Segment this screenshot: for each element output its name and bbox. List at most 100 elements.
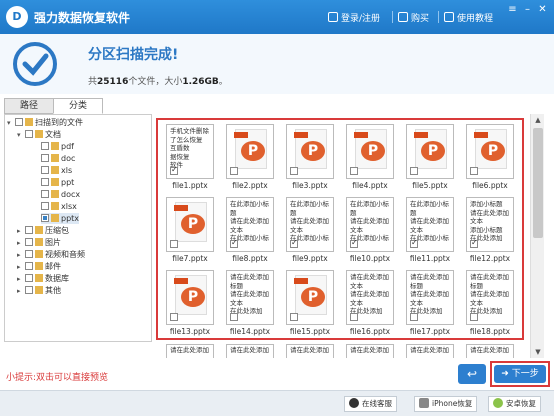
tree-node-category[interactable]: ▸ 图片: [17, 237, 61, 248]
scroll-up-icon[interactable]: ▲: [531, 114, 545, 126]
file-thumbnail[interactable]: P: [346, 124, 394, 179]
expand-icon[interactable]: ▸: [17, 286, 25, 297]
file-checkbox[interactable]: [350, 313, 358, 321]
file-item[interactable]: Pfile3.pptx: [282, 122, 338, 195]
file-thumbnail[interactable]: 请在此处添加 标题 请在此处添加 文本 在此处添加: [406, 270, 454, 325]
checkbox[interactable]: [15, 118, 23, 126]
file-thumbnail[interactable]: P: [286, 270, 334, 325]
checkbox[interactable]: [25, 226, 33, 234]
file-item[interactable]: Pfile7.pptx: [162, 195, 218, 268]
file-thumbnail-partial[interactable]: 请在此处添加: [406, 344, 454, 358]
file-thumbnail[interactable]: P: [226, 124, 274, 179]
collapse-icon[interactable]: ▾: [7, 118, 15, 129]
online-service-button[interactable]: 在线客服: [344, 396, 397, 412]
checkbox[interactable]: [25, 262, 33, 270]
tree-node-category[interactable]: ▸ 数据库: [17, 273, 69, 284]
file-thumbnail[interactable]: 在此添加小标 题 请在此处添加 文本 在此添加小标: [406, 197, 454, 252]
checkbox[interactable]: [25, 286, 33, 294]
file-item[interactable]: 请在此处添加 标题 请在此处添加 文本 在此处添加 file17.pptx: [402, 268, 458, 338]
tree-node-doc-type[interactable]: ppt: [41, 177, 74, 188]
file-checkbox[interactable]: [170, 165, 178, 175]
file-checkbox[interactable]: [230, 313, 238, 321]
android-recovery-button[interactable]: 安卓恢复: [488, 396, 541, 412]
expand-icon[interactable]: ▸: [17, 238, 25, 249]
file-checkbox[interactable]: [470, 167, 478, 175]
file-item[interactable]: 请在此处添加 标题 请在此处添加 文本 在此处添加 file14.pptx: [222, 268, 278, 338]
checkbox[interactable]: [41, 154, 49, 162]
checkbox[interactable]: [41, 166, 49, 174]
tree-node-documents[interactable]: ▾ 文档: [17, 129, 61, 140]
file-checkbox[interactable]: [410, 238, 418, 248]
tree-node-category[interactable]: ▸ 邮件: [17, 261, 61, 272]
file-item[interactable]: Pfile2.pptx: [222, 122, 278, 195]
tree-node-doc-type[interactable]: pdf: [41, 141, 74, 152]
collapse-icon[interactable]: ▾: [17, 130, 25, 141]
file-checkbox[interactable]: [170, 313, 178, 321]
file-checkbox[interactable]: [290, 167, 298, 175]
file-checkbox[interactable]: [230, 167, 238, 175]
file-checkbox[interactable]: [410, 167, 418, 175]
checkbox[interactable]: [41, 214, 49, 222]
file-item[interactable]: 请在此处添加 文本 请在此处添加 文本 在此处添加 file16.pptx: [342, 268, 398, 338]
file-item[interactable]: 手机文件删除 了怎么恢复 互盾数 据恢复 软件 file1.pptx: [162, 122, 218, 195]
file-thumbnail[interactable]: 在此添加小标 题 请在此处添加 文本 在此添加小标: [286, 197, 334, 252]
file-thumbnail[interactable]: P: [166, 270, 214, 325]
scroll-thumb[interactable]: [533, 128, 543, 238]
tree-node-category[interactable]: ▸ 视频和音频: [17, 249, 85, 260]
file-item[interactable]: Pfile6.pptx: [462, 122, 518, 195]
file-checkbox[interactable]: [350, 167, 358, 175]
file-thumbnail-partial[interactable]: 请在此处添加: [166, 344, 214, 358]
buy-button[interactable]: 购买: [398, 11, 429, 24]
file-thumbnail[interactable]: 请在此处添加 标题 请在此处添加 文本 在此处添加: [466, 270, 514, 325]
file-thumbnail[interactable]: 在此添加小标 题 请在此处添加 文本 在此添加小标: [346, 197, 394, 252]
file-item[interactable]: 在此添加小标 题 请在此处添加 文本 在此添加小标 file11.pptx: [402, 195, 458, 268]
checkbox[interactable]: [41, 178, 49, 186]
tree-node-doc-type[interactable]: docx: [41, 189, 80, 200]
file-checkbox[interactable]: [290, 313, 298, 321]
file-thumbnail-partial[interactable]: 请在此处添加: [346, 344, 394, 358]
checkbox[interactable]: [25, 238, 33, 246]
file-checkbox[interactable]: [290, 238, 298, 248]
checkbox[interactable]: [25, 250, 33, 258]
file-thumbnail[interactable]: P: [166, 197, 214, 252]
file-thumbnail[interactable]: P: [466, 124, 514, 179]
scroll-down-icon[interactable]: ▼: [531, 346, 545, 358]
file-item[interactable]: 在此添加小标 题 请在此处添加 文本 在此添加小标 file9.pptx: [282, 195, 338, 268]
file-checkbox[interactable]: [230, 238, 238, 248]
file-checkbox[interactable]: [470, 238, 478, 248]
file-thumbnail-partial[interactable]: 请在此处添加: [466, 344, 514, 358]
file-item[interactable]: 添加小标题 请在此处添加 文本 添加小标题 在此处添加 file12.pptx: [462, 195, 518, 268]
file-item[interactable]: 在此添加小标 题 请在此处添加 文本 在此添加小标 file8.pptx: [222, 195, 278, 268]
file-checkbox[interactable]: [350, 238, 358, 248]
file-thumbnail[interactable]: 手机文件删除 了怎么恢复 互盾数 据恢复 软件: [166, 124, 214, 179]
checkbox[interactable]: [41, 142, 49, 150]
iphone-recovery-button[interactable]: iPhone恢复: [414, 396, 478, 412]
tab-path[interactable]: 路径: [4, 98, 54, 114]
file-checkbox[interactable]: [470, 313, 478, 321]
menu-icon[interactable]: ≡: [505, 4, 520, 15]
login-button[interactable]: 登录/注册: [328, 11, 380, 24]
file-checkbox[interactable]: [410, 313, 418, 321]
tree-node-doc-type[interactable]: xls: [41, 165, 72, 176]
close-icon[interactable]: ✕: [535, 4, 550, 15]
checkbox[interactable]: [25, 274, 33, 282]
tab-category[interactable]: 分类: [53, 98, 103, 114]
tree-node-doc-type-selected[interactable]: pptx: [41, 213, 80, 224]
tutorial-button[interactable]: 使用教程: [444, 11, 493, 24]
file-thumbnail-partial[interactable]: 请在此处添加: [226, 344, 274, 358]
file-checkbox[interactable]: [170, 240, 178, 248]
checkbox[interactable]: [25, 130, 33, 138]
tree-node-doc-type[interactable]: doc: [41, 153, 75, 164]
file-thumbnail[interactable]: 添加小标题 请在此处添加 文本 添加小标题 在此处添加: [466, 197, 514, 252]
file-thumbnail[interactable]: 在此添加小标 题 请在此处添加 文本 在此添加小标: [226, 197, 274, 252]
expand-icon[interactable]: ▸: [17, 250, 25, 261]
file-item[interactable]: Pfile15.pptx: [282, 268, 338, 338]
expand-icon[interactable]: ▸: [17, 262, 25, 273]
file-item[interactable]: Pfile5.pptx: [402, 122, 458, 195]
expand-icon[interactable]: ▸: [17, 226, 25, 237]
file-item[interactable]: 请在此处添加 标题 请在此处添加 文本 在此处添加 file18.pptx: [462, 268, 518, 338]
scrollbar[interactable]: ▲ ▼: [530, 114, 544, 358]
file-thumbnail[interactable]: P: [406, 124, 454, 179]
minimize-icon[interactable]: –: [520, 4, 535, 15]
tree-node-category[interactable]: ▸ 压缩包: [17, 225, 69, 236]
